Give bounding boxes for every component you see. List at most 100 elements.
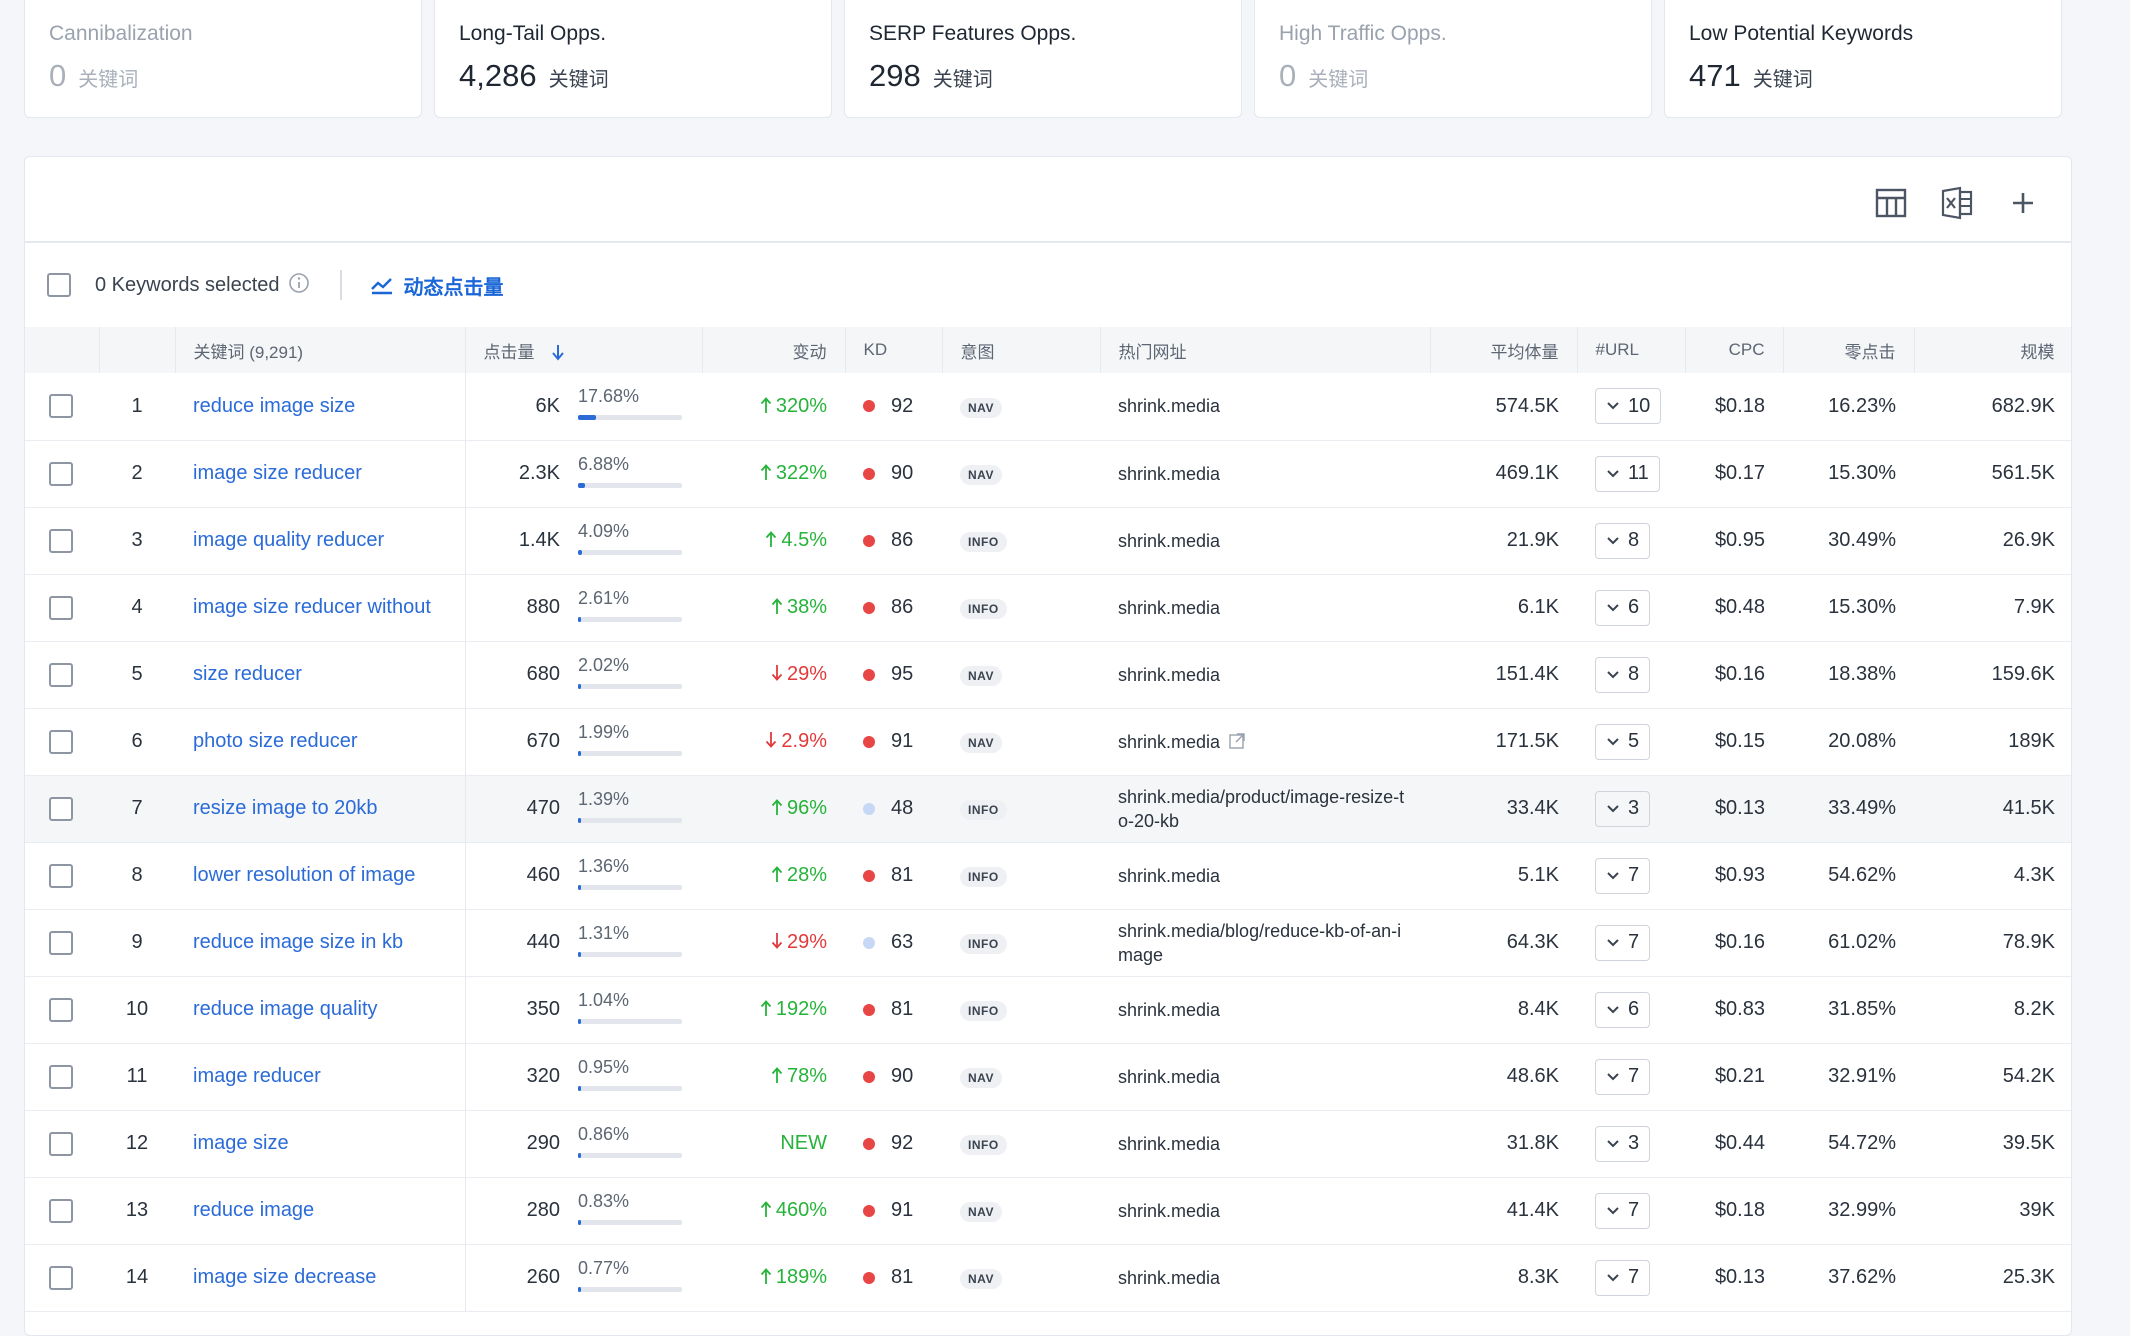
row-checkbox[interactable] (49, 1265, 73, 1290)
card-cannibalization[interactable]: Cannibalization 0 关键词 (24, 0, 422, 118)
external-link-icon[interactable] (1228, 732, 1246, 750)
row-checkbox[interactable] (49, 528, 73, 553)
card-low-potential[interactable]: Low Potential Keywords 471 关键词 (1664, 0, 2062, 118)
header-scale[interactable]: 规模 (1914, 327, 2071, 373)
header-clicks[interactable]: 点击量 (465, 327, 703, 373)
keyword-link[interactable]: size reducer (175, 641, 466, 709)
keyword-link[interactable]: reduce image (175, 1177, 466, 1245)
table-row[interactable]: 13 reduce image 280 0.83% 460% 91 NAV shrink.me… (25, 1177, 2071, 1245)
table-row[interactable]: 14 image size decrease 260 0.77% 189% 81 NAV sh… (25, 1244, 2071, 1312)
url-count-dropdown[interactable]: 10 (1595, 388, 1662, 425)
top-url[interactable]: shrink.media (1118, 396, 1220, 416)
card-high-traffic[interactable]: High Traffic Opps. 0 关键词 (1254, 0, 1652, 118)
url-count-dropdown[interactable]: 7 (1595, 1058, 1651, 1095)
table-row[interactable]: 3 image quality reducer 1.4K 4.09% 4.5% 86 INF… (25, 507, 2071, 575)
excel-export-icon[interactable] (1937, 183, 1977, 223)
keyword-link[interactable]: lower resolution of image (175, 842, 466, 910)
top-url[interactable]: shrink.media (1118, 531, 1220, 551)
keyword-link[interactable]: reduce image quality (175, 976, 466, 1044)
url-count-dropdown[interactable]: 7 (1595, 1259, 1651, 1296)
keyword-link[interactable]: image reducer (175, 1043, 466, 1111)
clicks-value: 1.4K (518, 529, 560, 551)
url-count-dropdown[interactable]: 6 (1595, 991, 1651, 1028)
url-count-dropdown[interactable]: 3 (1595, 1125, 1651, 1162)
table-row[interactable]: 11 image reducer 320 0.95% 78% 90 NAV shrink.me… (25, 1043, 2071, 1111)
top-url[interactable]: shrink.media (1118, 464, 1220, 484)
row-checkbox[interactable] (49, 796, 73, 821)
row-checkbox[interactable] (49, 729, 73, 754)
volume-value: 151.4K (1430, 641, 1577, 709)
select-all-checkbox[interactable] (47, 273, 71, 297)
top-url[interactable]: shrink.media/blog/reduce-kb-of-an-image (1118, 921, 1401, 965)
url-count-dropdown[interactable]: 7 (1595, 1192, 1651, 1229)
top-url[interactable]: shrink.media (1118, 1268, 1220, 1288)
table-row[interactable]: 10 reduce image quality 350 1.04% 192% 81 INFO… (25, 976, 2071, 1044)
header-keyword[interactable]: 关键词 (9,291) (175, 327, 466, 373)
header-volume[interactable]: 平均体量 (1430, 327, 1578, 373)
url-count-dropdown[interactable]: 7 (1595, 924, 1651, 961)
keyword-link[interactable]: image size (175, 1110, 466, 1178)
table-row[interactable]: 8 lower resolution of image 460 1.36% 28% 81 I… (25, 842, 2071, 910)
top-url[interactable]: shrink.media (1118, 1000, 1220, 1020)
top-url[interactable]: shrink.media (1118, 866, 1220, 886)
url-count-dropdown[interactable]: 11 (1595, 455, 1660, 492)
row-checkbox[interactable] (49, 1131, 73, 1156)
header-intent[interactable]: 意图 (942, 327, 1101, 373)
row-checkbox[interactable] (49, 997, 73, 1022)
row-checkbox[interactable] (49, 1064, 73, 1089)
arrow-up-icon (771, 799, 783, 815)
url-count-dropdown[interactable]: 7 (1595, 857, 1651, 894)
card-long-tail[interactable]: Long-Tail Opps. 4,286 关键词 (434, 0, 832, 118)
url-count-dropdown[interactable]: 5 (1595, 723, 1651, 760)
change-value: 78% (786, 1065, 827, 1087)
keyword-link[interactable]: image quality reducer (175, 507, 466, 575)
keyword-link[interactable]: reduce image size (175, 373, 466, 441)
keyword-link[interactable]: image size decrease (175, 1244, 466, 1312)
url-count-dropdown[interactable]: 6 (1595, 589, 1651, 626)
header-kd[interactable]: KD (845, 327, 943, 373)
keyword-link[interactable]: photo size reducer (175, 708, 466, 776)
keyword-link[interactable]: image size reducer (175, 440, 466, 508)
top-url[interactable]: shrink.media (1118, 598, 1220, 618)
keyword-link[interactable]: reduce image size in kb (175, 909, 466, 977)
header-cpc[interactable]: CPC (1685, 327, 1784, 373)
table-row[interactable]: 7 resize image to 20kb 470 1.39% 96% 48 INFO sh… (25, 775, 2071, 843)
table-row[interactable]: 12 image size 290 0.86% NEW 92 INFO shrink.medi… (25, 1110, 2071, 1178)
table-row[interactable]: 6 photo size reducer 670 1.99% 2.9% 91 NAV shri… (25, 708, 2071, 776)
card-serp-features[interactable]: SERP Features Opps. 298 关键词 (844, 0, 1242, 118)
plus-icon[interactable] (2003, 183, 2043, 223)
table-row[interactable]: 1 reduce image size 6K 17.68% 320% 92 NAV shrin… (25, 373, 2071, 441)
header-url-count[interactable]: #URL (1577, 327, 1686, 373)
click-share-text: 2.02% (578, 654, 630, 675)
row-checkbox[interactable] (49, 662, 73, 687)
top-url[interactable]: shrink.media (1118, 1201, 1220, 1221)
row-checkbox[interactable] (49, 461, 73, 486)
top-url[interactable]: shrink.media (1118, 1134, 1220, 1154)
table-row[interactable]: 4 image size reducer without 880 2.61% 38% 86… (25, 574, 2071, 642)
url-count-dropdown[interactable]: 8 (1595, 522, 1651, 559)
row-checkbox[interactable] (49, 1198, 73, 1223)
row-checkbox[interactable] (49, 930, 73, 955)
keyword-link[interactable]: image size reducer without (175, 574, 466, 642)
top-url[interactable]: shrink.media (1118, 665, 1220, 685)
sort-down-icon[interactable] (551, 343, 565, 361)
table-columns-icon[interactable] (1871, 183, 1911, 223)
table-row[interactable]: 5 size reducer 680 2.02% 29% 95 NAV shrink.medi… (25, 641, 2071, 709)
dynamic-clicks-button[interactable]: 动态点击量 (370, 271, 504, 300)
header-url[interactable]: 热门网址 (1100, 327, 1431, 373)
row-checkbox[interactable] (49, 394, 73, 419)
header-change[interactable]: 变动 (702, 327, 846, 373)
url-count-dropdown[interactable]: 3 (1595, 790, 1651, 827)
table-row[interactable]: 9 reduce image size in kb 440 1.31% 29% 63 INF… (25, 909, 2071, 977)
row-checkbox[interactable] (49, 595, 73, 620)
top-url[interactable]: shrink.media/product/image-resize-to-20-… (1118, 787, 1404, 831)
table-row[interactable]: 2 image size reducer 2.3K 6.88% 322% 90 NAV shr… (25, 440, 2071, 508)
header-zero-click[interactable]: 零点击 (1783, 327, 1915, 373)
change-value: 29% (786, 663, 827, 685)
top-url[interactable]: shrink.media (1118, 732, 1220, 752)
keyword-link[interactable]: resize image to 20kb (175, 775, 466, 843)
row-checkbox[interactable] (49, 863, 73, 888)
url-count-dropdown[interactable]: 8 (1595, 656, 1651, 693)
click-share-text: 1.31% (578, 922, 630, 943)
top-url[interactable]: shrink.media (1118, 1067, 1220, 1087)
